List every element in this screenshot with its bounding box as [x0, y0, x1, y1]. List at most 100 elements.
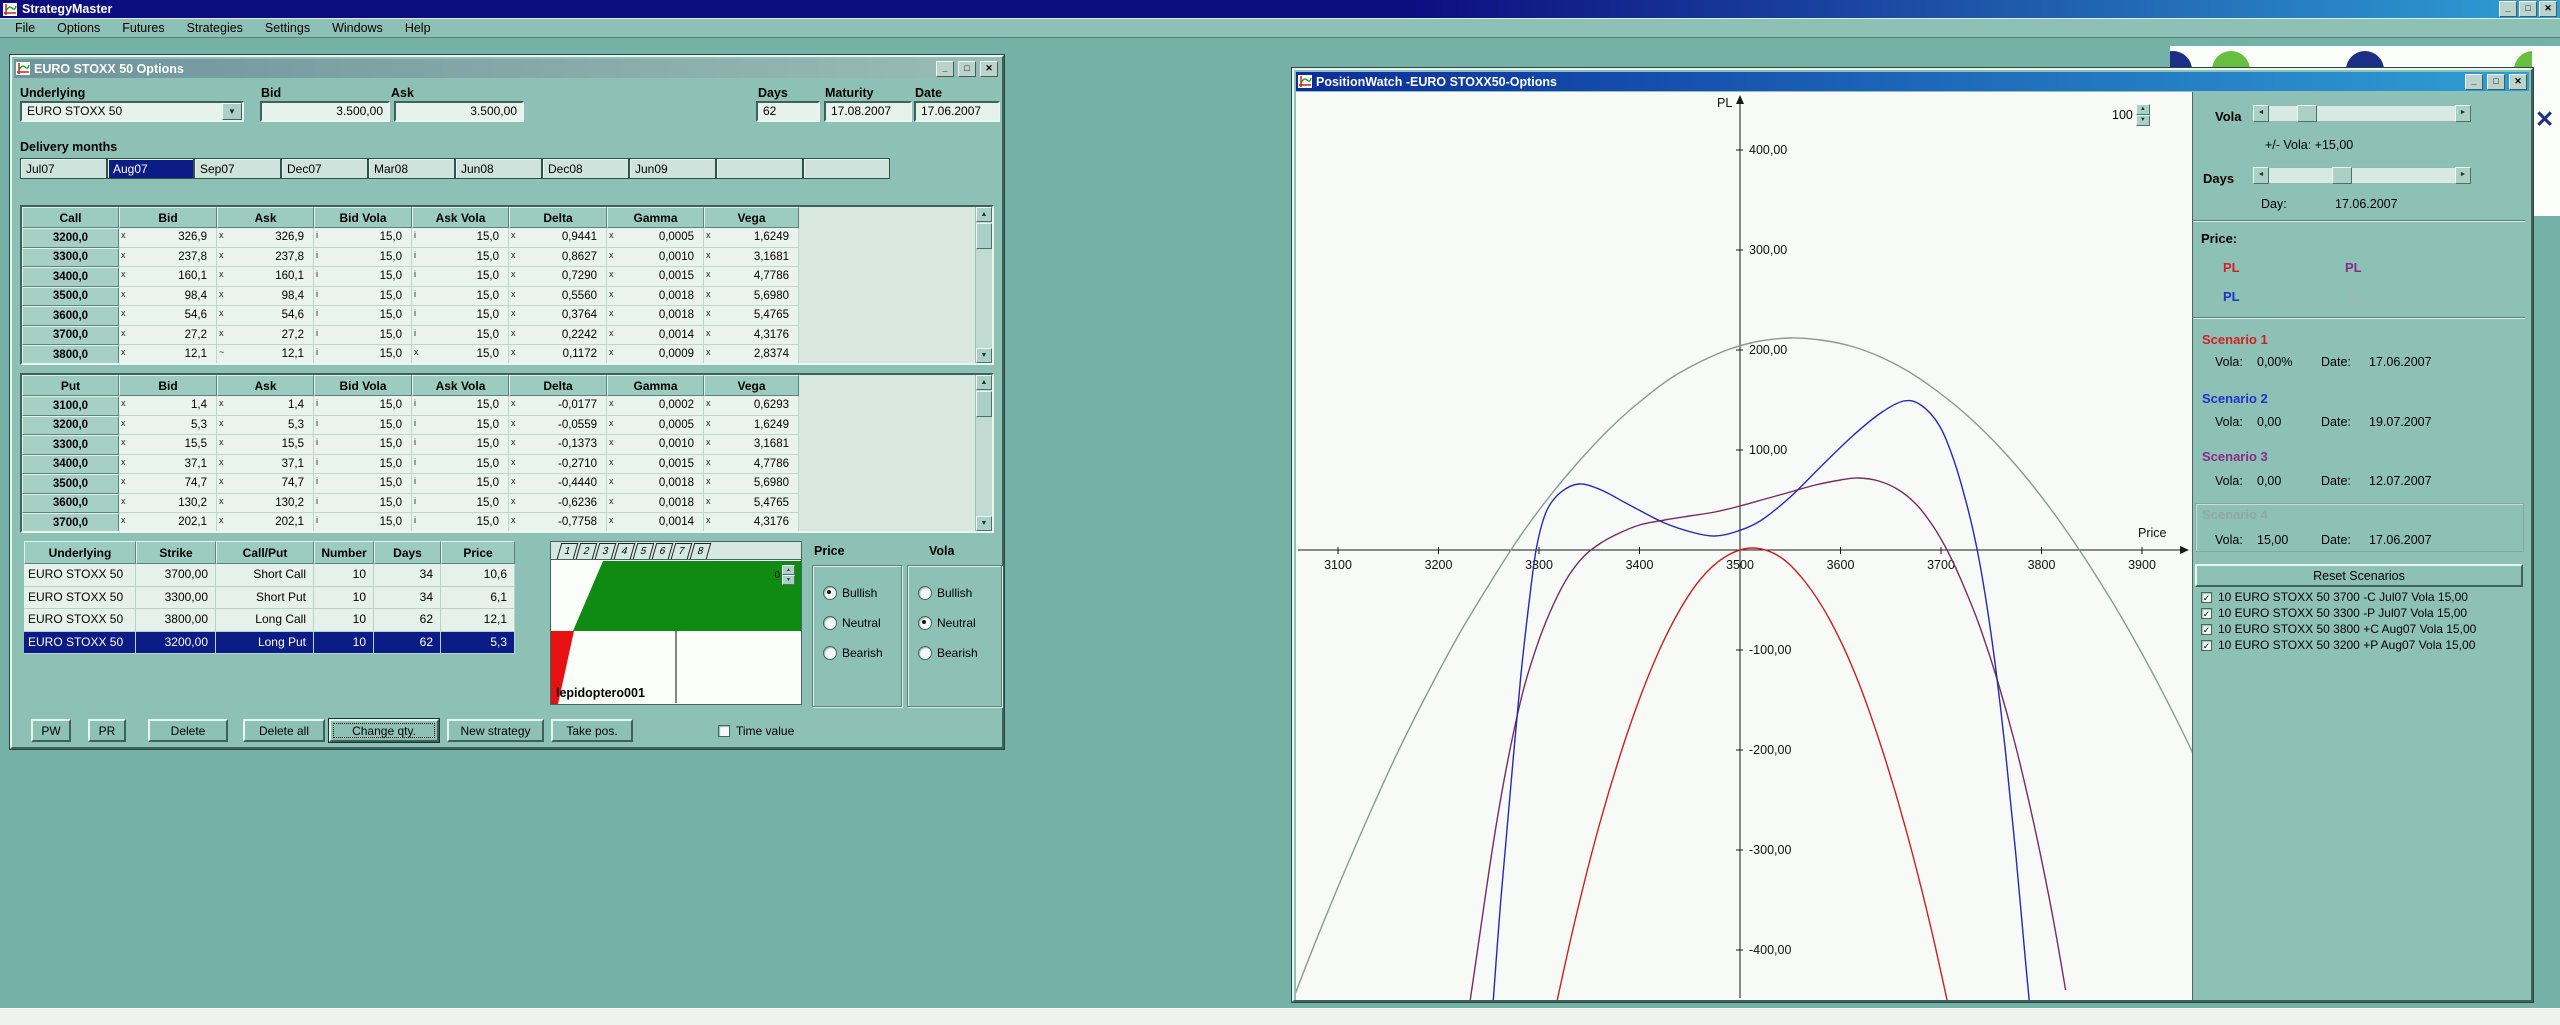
- strategy-row[interactable]: EURO STOXX 503300,00Short Put10346,1: [24, 587, 515, 610]
- data-cell[interactable]: x0,0009: [607, 345, 704, 365]
- vola-slider[interactable]: ◄►: [2253, 105, 2471, 122]
- vola-radio-bullish[interactable]: Bullish: [918, 586, 972, 600]
- strategy-row[interactable]: EURO STOXX 503800,00Long Call106212,1: [24, 609, 515, 632]
- slider-thumb[interactable]: [2297, 105, 2317, 122]
- scroll-thumb[interactable]: [976, 391, 992, 417]
- data-cell[interactable]: x54,6: [119, 306, 217, 326]
- spin-up-icon[interactable]: ▲: [782, 565, 795, 575]
- price-radio-bullish[interactable]: Bullish: [823, 586, 877, 600]
- vola-radio-bearish[interactable]: Bearish: [918, 646, 978, 660]
- data-cell[interactable]: i15,0: [412, 474, 509, 494]
- data-cell[interactable]: x0,5560: [509, 287, 607, 307]
- data-cell[interactable]: x0,6293: [704, 396, 799, 416]
- position-item[interactable]: ✓10 EURO STOXX 50 3800 +C Aug07 Vola 15,…: [2201, 622, 2476, 636]
- data-cell[interactable]: x0,0018: [607, 287, 704, 307]
- data-cell[interactable]: i15,0: [314, 345, 412, 365]
- strike-cell[interactable]: 3400,0: [22, 455, 119, 475]
- data-cell[interactable]: x12,1: [119, 345, 217, 365]
- position-checkbox[interactable]: ✓: [2201, 624, 2212, 635]
- mini-chart[interactable]: lepidoptero001 0 ▲ ▼: [550, 559, 802, 705]
- spin-down-icon[interactable]: ▼: [2136, 115, 2150, 126]
- bid-field[interactable]: 3.500,00: [260, 101, 390, 122]
- data-cell[interactable]: x74,7: [217, 474, 314, 494]
- data-cell[interactable]: i15,0: [412, 267, 509, 287]
- data-cell[interactable]: i15,0: [412, 435, 509, 455]
- data-cell[interactable]: i15,0: [314, 306, 412, 326]
- maximize-button[interactable]: □: [958, 61, 976, 77]
- data-cell[interactable]: i15,0: [412, 326, 509, 346]
- menu-windows[interactable]: Windows: [321, 19, 394, 37]
- data-cell[interactable]: x0,0015: [607, 267, 704, 287]
- minimize-button[interactable]: _: [936, 61, 954, 77]
- button-pr[interactable]: PR: [88, 719, 126, 742]
- strike-cell[interactable]: 3100,0: [22, 396, 119, 416]
- data-cell[interactable]: x0,0014: [607, 326, 704, 346]
- data-cell[interactable]: ~12,1: [217, 345, 314, 365]
- slider-right-icon[interactable]: ►: [2455, 167, 2471, 184]
- reset-scenarios-button[interactable]: Reset Scenarios: [2195, 564, 2523, 587]
- data-cell[interactable]: x-0,6236: [509, 494, 607, 514]
- button-delete-all[interactable]: Delete all: [243, 719, 325, 742]
- data-cell[interactable]: x326,9: [217, 228, 314, 248]
- delivery-tab-sep07[interactable]: Sep07: [194, 158, 281, 179]
- data-cell[interactable]: x2,8374: [704, 345, 799, 365]
- strike-cell[interactable]: 3200,0: [22, 416, 119, 436]
- menu-options[interactable]: Options: [46, 19, 111, 37]
- vola-radio-neutral[interactable]: Neutral: [918, 616, 976, 630]
- data-cell[interactable]: i15,0: [314, 248, 412, 268]
- data-cell[interactable]: x326,9: [119, 228, 217, 248]
- strike-cell[interactable]: 3700,0: [22, 513, 119, 533]
- data-cell[interactable]: x98,4: [217, 287, 314, 307]
- data-cell[interactable]: i15,0: [412, 494, 509, 514]
- close-button[interactable]: ✕: [2509, 74, 2527, 90]
- data-cell[interactable]: x-0,7758: [509, 513, 607, 533]
- data-cell[interactable]: i15,0: [314, 474, 412, 494]
- price-radio-bearish[interactable]: Bearish: [823, 646, 883, 660]
- data-cell[interactable]: x202,1: [119, 513, 217, 533]
- data-cell[interactable]: x5,6980: [704, 287, 799, 307]
- data-cell[interactable]: x5,4765: [704, 494, 799, 514]
- data-cell[interactable]: x-0,1373: [509, 435, 607, 455]
- data-cell[interactable]: i15,0: [314, 396, 412, 416]
- maximize-button[interactable]: □: [2487, 74, 2505, 90]
- slider-track[interactable]: [2269, 105, 2455, 122]
- slider-left-icon[interactable]: ◄: [2253, 167, 2269, 184]
- ask-field[interactable]: 3.500,00: [394, 101, 524, 122]
- data-cell[interactable]: x0,0018: [607, 474, 704, 494]
- data-cell[interactable]: x98,4: [119, 287, 217, 307]
- data-cell[interactable]: x0,0005: [607, 416, 704, 436]
- close-button[interactable]: ✕: [980, 61, 998, 77]
- scroll-down-icon[interactable]: ▼: [976, 516, 992, 531]
- data-cell[interactable]: i15,0: [314, 287, 412, 307]
- menu-file[interactable]: File: [4, 19, 46, 37]
- data-cell[interactable]: i15,0: [314, 267, 412, 287]
- data-cell[interactable]: i15,0: [314, 326, 412, 346]
- position-item[interactable]: ✓10 EURO STOXX 50 3200 +P Aug07 Vola 15,…: [2201, 638, 2475, 652]
- spin-down-icon[interactable]: ▼: [782, 575, 795, 585]
- date-field[interactable]: 17.06.2007: [914, 101, 1000, 122]
- data-cell[interactable]: x130,2: [119, 494, 217, 514]
- minimize-button[interactable]: _: [2499, 1, 2517, 17]
- data-cell[interactable]: x0,3764: [509, 306, 607, 326]
- data-cell[interactable]: i15,0: [412, 513, 509, 533]
- data-cell[interactable]: x15,0: [412, 345, 509, 365]
- strategy-tab-2[interactable]: 2: [576, 543, 598, 559]
- data-cell[interactable]: x130,2: [217, 494, 314, 514]
- data-cell[interactable]: x1,6249: [704, 228, 799, 248]
- minimize-button[interactable]: _: [2465, 74, 2483, 90]
- data-cell[interactable]: x0,0010: [607, 248, 704, 268]
- strategy-tab-8[interactable]: 8: [690, 543, 712, 559]
- data-cell[interactable]: x27,2: [119, 326, 217, 346]
- data-cell[interactable]: x0,7290: [509, 267, 607, 287]
- data-cell[interactable]: x15,5: [119, 435, 217, 455]
- data-cell[interactable]: x37,1: [217, 455, 314, 475]
- data-cell[interactable]: i15,0: [314, 455, 412, 475]
- data-cell[interactable]: x15,5: [217, 435, 314, 455]
- strike-cell[interactable]: 3300,0: [22, 248, 119, 268]
- data-cell[interactable]: i15,0: [314, 513, 412, 533]
- strike-cell[interactable]: 3500,0: [22, 474, 119, 494]
- slider-left-icon[interactable]: ◄: [2253, 105, 2269, 122]
- slider-thumb[interactable]: [2332, 167, 2352, 184]
- data-cell[interactable]: x1,6249: [704, 416, 799, 436]
- menu-futures[interactable]: Futures: [111, 19, 175, 37]
